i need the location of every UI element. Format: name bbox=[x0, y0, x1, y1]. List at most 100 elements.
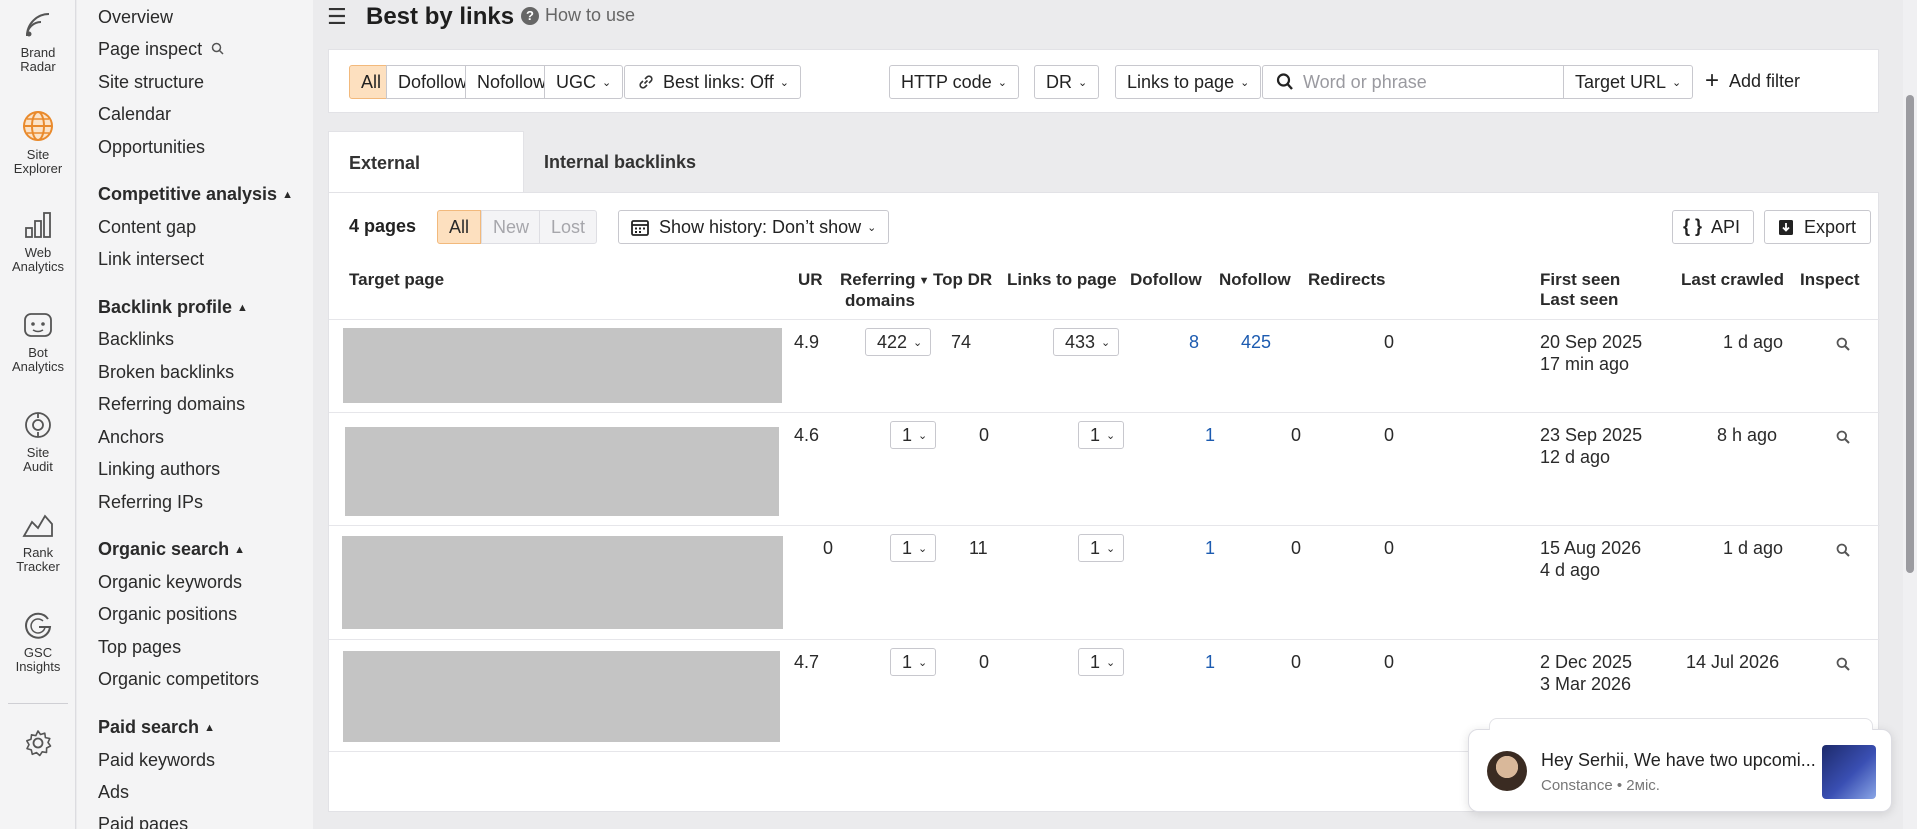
col-redirects[interactable]: Redirects bbox=[1308, 270, 1385, 290]
nav-item-broken-backlinks[interactable]: Broken backlinks bbox=[98, 362, 234, 383]
filter-http-code[interactable]: HTTP code ⌄ bbox=[889, 65, 1019, 99]
search-input[interactable] bbox=[1303, 71, 1553, 93]
rail-item-gsc-insights[interactable]: GSC Insights bbox=[0, 610, 76, 674]
history-new[interactable]: New bbox=[481, 210, 542, 244]
links-to-page-value: 1 bbox=[1090, 652, 1101, 672]
referring-domains-dropdown[interactable]: 422 ⌄ bbox=[865, 328, 932, 356]
nav-item-ads[interactable]: Ads bbox=[98, 782, 129, 803]
menu-icon[interactable]: ☰ bbox=[327, 4, 347, 30]
nav-item-overview[interactable]: Overview bbox=[98, 7, 173, 28]
nav-item-site-structure[interactable]: Site structure bbox=[98, 72, 204, 93]
links-to-page-dropdown[interactable]: 1 ⌄ bbox=[1078, 534, 1125, 562]
target-page-thumbnail[interactable] bbox=[343, 651, 780, 742]
chevron-down-icon: ⌄ bbox=[1106, 543, 1116, 555]
chat-notification[interactable]: Hey Serhii, We have two upcomi... Consta… bbox=[1468, 718, 1892, 812]
last-seen-value: 3 Mar 2026 bbox=[1540, 674, 1632, 694]
api-button[interactable]: { } API bbox=[1672, 210, 1754, 244]
nav-item-backlinks[interactable]: Backlinks bbox=[98, 329, 174, 350]
filter-target-url-label: Target URL bbox=[1575, 72, 1667, 92]
nav-section-paid-search[interactable]: Paid search ▲ bbox=[98, 717, 215, 738]
col-referring-domains[interactable]: Referring ▼ domains bbox=[840, 270, 929, 311]
nav-item-paid-keywords[interactable]: Paid keywords bbox=[98, 750, 215, 771]
col-domains-label: domains bbox=[845, 291, 915, 310]
nav-item-calendar[interactable]: Calendar bbox=[98, 104, 171, 125]
inspect-search-icon[interactable] bbox=[1836, 430, 1850, 444]
dofollow-value[interactable]: 1 bbox=[1205, 425, 1215, 446]
nav-item-organic-competitors[interactable]: Organic competitors bbox=[98, 669, 259, 690]
col-referring-label: Referring bbox=[840, 270, 916, 289]
nav-item-organic-positions[interactable]: Organic positions bbox=[98, 604, 237, 625]
referring-domains-dropdown[interactable]: 1 ⌄ bbox=[890, 648, 937, 676]
inspect-search-icon[interactable] bbox=[1836, 337, 1850, 351]
add-filter-button[interactable]: + Add filter bbox=[1693, 65, 1812, 99]
nav-section-backlink-profile[interactable]: Backlink profile ▲ bbox=[98, 297, 248, 318]
dofollow-value[interactable]: 8 bbox=[1189, 332, 1199, 353]
col-last-crawled[interactable]: Last crawled bbox=[1681, 270, 1784, 290]
nav-item-paid-pages[interactable]: Paid pages bbox=[98, 814, 188, 829]
history-lost[interactable]: Lost bbox=[539, 210, 598, 244]
show-history-dropdown[interactable]: Show history: Don’t show ⌄ bbox=[618, 210, 890, 244]
how-to-use-link[interactable]: ? How to use bbox=[521, 5, 635, 26]
col-ur[interactable]: UR bbox=[798, 270, 823, 290]
export-button[interactable]: Export bbox=[1764, 210, 1871, 244]
links-to-page-dropdown[interactable]: 433 ⌄ bbox=[1053, 328, 1120, 356]
target-page-thumbnail[interactable] bbox=[345, 427, 779, 516]
scrollbar-thumb[interactable] bbox=[1906, 95, 1914, 573]
history-all[interactable]: All bbox=[437, 210, 482, 244]
last-crawled-value: 14 Jul 2026 bbox=[1686, 652, 1780, 672]
target-page-thumbnail[interactable] bbox=[343, 328, 782, 403]
nav-section-competitive-analysis[interactable]: Competitive analysis ▲ bbox=[98, 184, 293, 205]
rail-item-site-audit[interactable]: Site Audit bbox=[0, 410, 76, 474]
target-page-thumbnail[interactable] bbox=[342, 536, 783, 629]
col-dofollow[interactable]: Dofollow bbox=[1130, 270, 1202, 290]
rail-item-brand-radar[interactable]: Brand Radar bbox=[0, 10, 76, 74]
braces-icon: { } bbox=[1683, 216, 1703, 236]
nav-item-top-pages[interactable]: Top pages bbox=[98, 637, 181, 658]
col-top-dr[interactable]: Top DR bbox=[933, 270, 992, 290]
nav-item-referring-domains[interactable]: Referring domains bbox=[98, 394, 245, 415]
nav-item-content-gap[interactable]: Content gap bbox=[98, 217, 196, 238]
dofollow-value[interactable]: 1 bbox=[1205, 538, 1215, 559]
rail-item-settings[interactable] bbox=[0, 728, 76, 764]
col-links-to-page[interactable]: Links to page bbox=[1007, 270, 1117, 290]
links-to-page-dropdown[interactable]: 1 ⌄ bbox=[1078, 421, 1125, 449]
nav-item-referring-ips[interactable]: Referring IPs bbox=[98, 492, 203, 513]
nav-item-link-intersect[interactable]: Link intersect bbox=[98, 249, 204, 270]
inspect-search-icon[interactable] bbox=[1836, 543, 1850, 557]
inspect-search-icon[interactable] bbox=[1836, 657, 1850, 671]
col-target-page[interactable]: Target page bbox=[349, 270, 444, 290]
nav-item-linking-authors[interactable]: Linking authors bbox=[98, 459, 220, 480]
links-to-page-value: 1 bbox=[1090, 425, 1101, 445]
chevron-up-icon: ▲ bbox=[282, 189, 293, 201]
filter-target-url[interactable]: Target URL ⌄ bbox=[1563, 65, 1694, 99]
filter-ugc[interactable]: UGC ⌄ bbox=[544, 65, 624, 99]
nofollow-value[interactable]: 425 bbox=[1241, 332, 1271, 353]
nav-item-page-inspect[interactable]: Page inspect bbox=[98, 39, 224, 60]
links-to-page-dropdown[interactable]: 1 ⌄ bbox=[1078, 648, 1125, 676]
nav-section-organic-search[interactable]: Organic search ▲ bbox=[98, 539, 245, 560]
dofollow-value[interactable]: 1 bbox=[1205, 652, 1215, 673]
app-rail: Brand Radar Site Explorer Web Analytics Bot… bbox=[0, 0, 76, 829]
referring-domains-dropdown[interactable]: 1 ⌄ bbox=[890, 421, 937, 449]
table-row: 4.9 422 ⌄ 74 433 ⌄ 8 425 0 20 Sep 2025 17 … bbox=[329, 320, 1880, 413]
filter-dr[interactable]: DR ⌄ bbox=[1034, 65, 1100, 99]
ur-value: 0 bbox=[823, 538, 834, 558]
col-first-last-seen[interactable]: First seen Last seen bbox=[1540, 270, 1620, 310]
filter-best-links[interactable]: Best links: Off ⌄ bbox=[624, 65, 801, 99]
tab-internal-backlinks[interactable]: Internal backlinks bbox=[524, 131, 716, 193]
referring-domains-dropdown[interactable]: 1 ⌄ bbox=[890, 534, 937, 562]
chevron-down-icon: ⌄ bbox=[1240, 77, 1250, 89]
nav-item-opportunities[interactable]: Opportunities bbox=[98, 137, 205, 158]
nav-item-anchors[interactable]: Anchors bbox=[98, 427, 164, 448]
filter-links-to-page[interactable]: Links to page ⌄ bbox=[1115, 65, 1262, 99]
nav-item-organic-keywords[interactable]: Organic keywords bbox=[98, 572, 242, 593]
rail-item-site-explorer[interactable]: Site Explorer bbox=[0, 110, 76, 176]
tab-external-backlinks[interactable]: External backlinks bbox=[328, 131, 524, 235]
rail-item-web-analytics[interactable]: Web Analytics bbox=[0, 210, 76, 274]
rail-item-rank-tracker[interactable]: Rank Tracker bbox=[0, 510, 76, 574]
rail-item-bot-analytics[interactable]: Bot Analytics bbox=[0, 310, 76, 374]
rail-label: Analytics bbox=[11, 259, 65, 274]
gear-icon bbox=[26, 730, 52, 757]
col-nofollow[interactable]: Nofollow bbox=[1219, 270, 1291, 290]
scrollbar[interactable] bbox=[1903, 0, 1917, 829]
